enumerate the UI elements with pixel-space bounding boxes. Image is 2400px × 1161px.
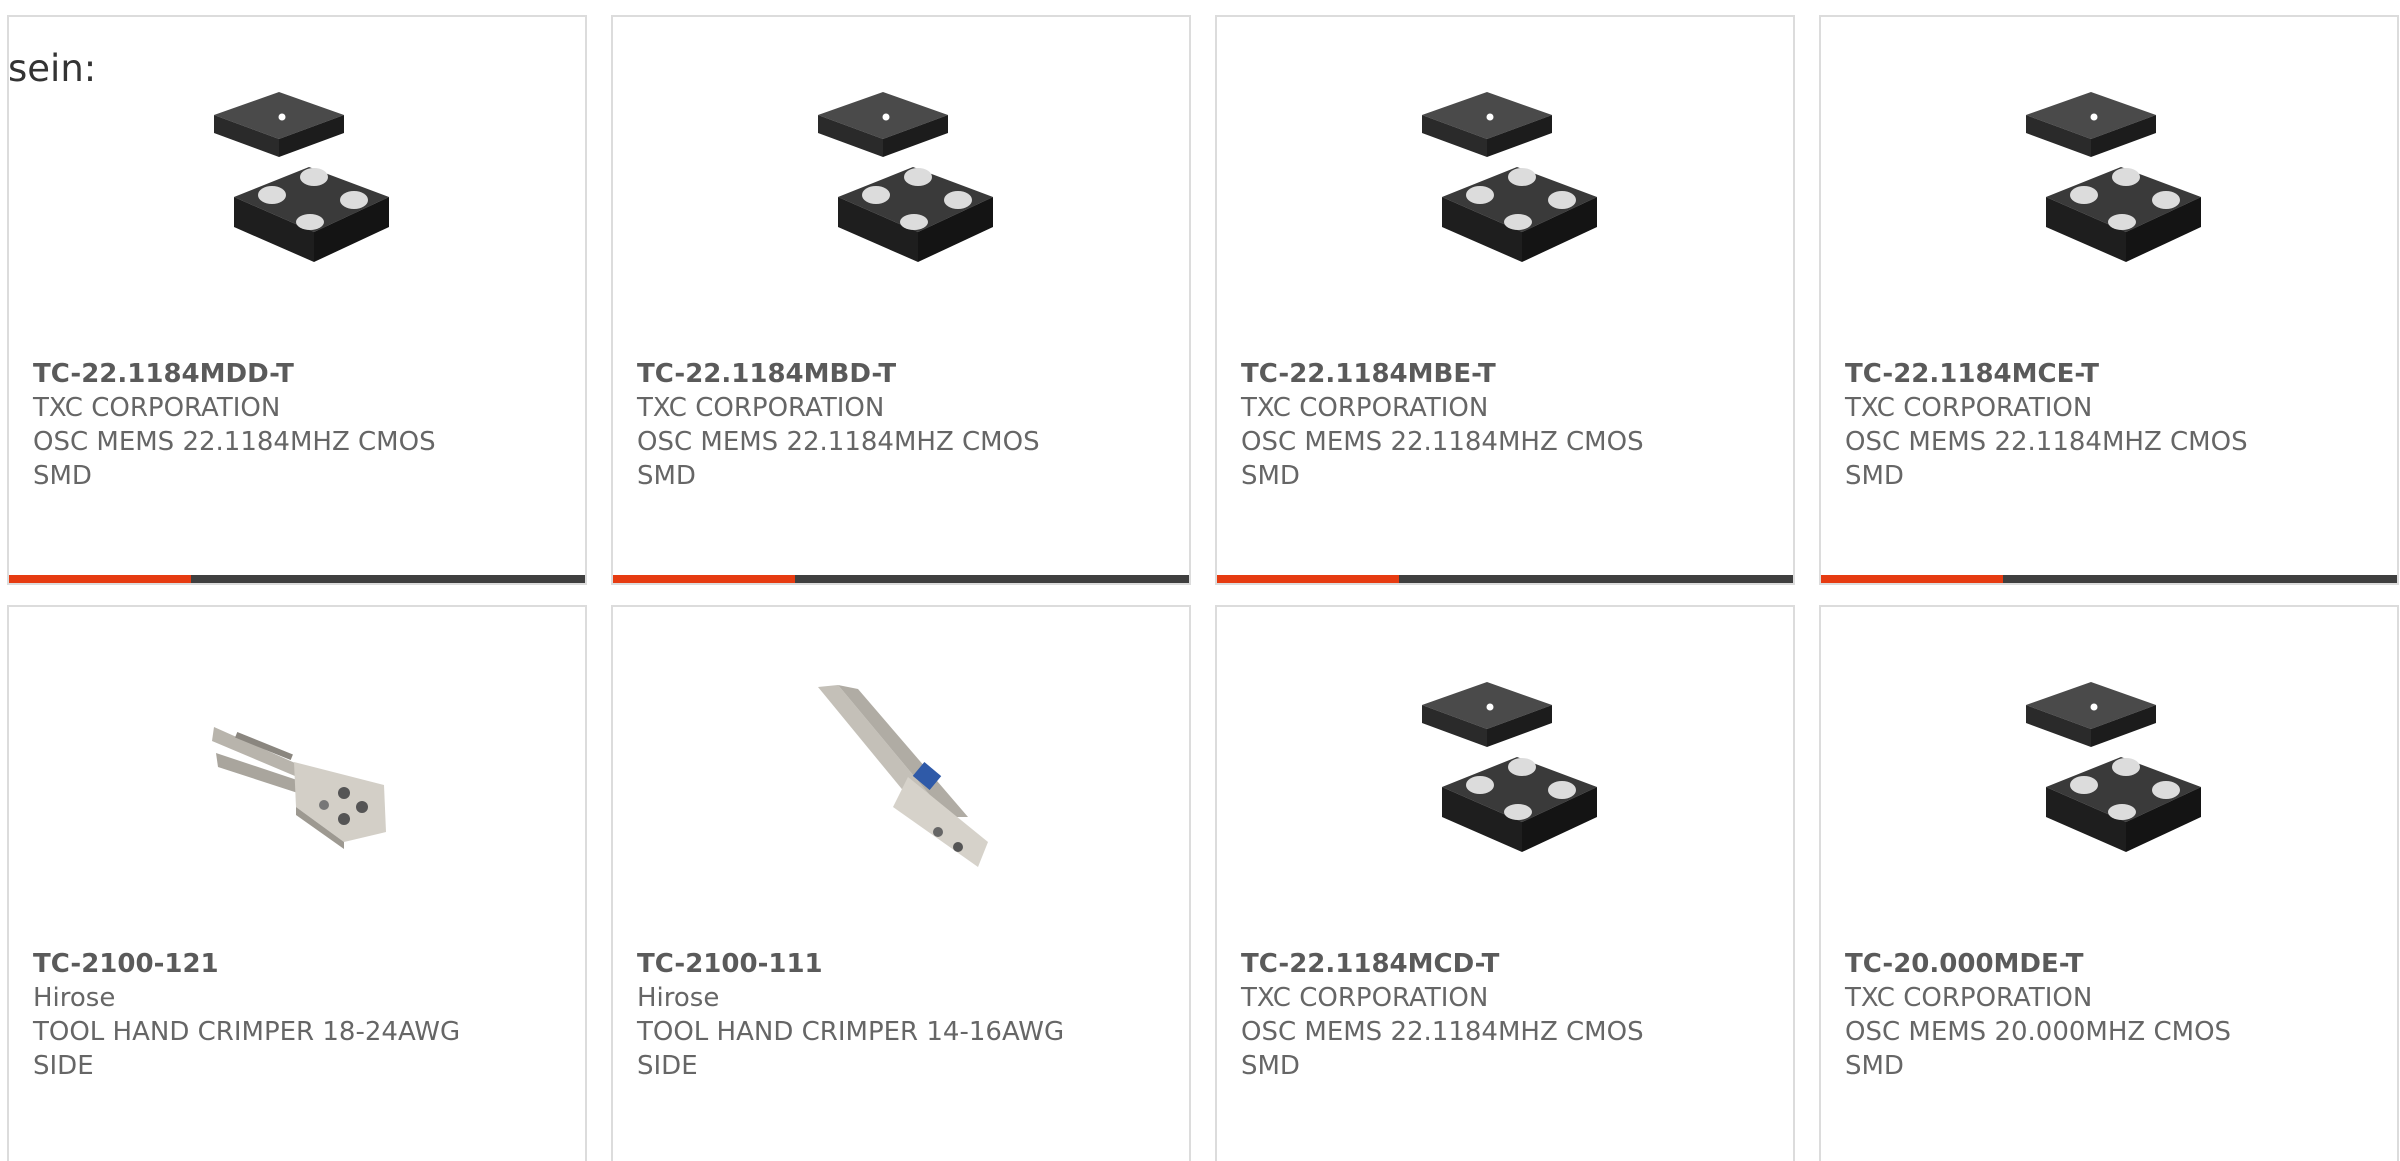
description: OSC MEMS 20.000MHZ CMOS	[1845, 1017, 2232, 1047]
chip-bottom-part	[838, 167, 993, 262]
hand-crimper-icon	[212, 727, 386, 849]
product-card[interactable]: TC-22.1184MBD-T TXC CORPORATION OSC MEMS…	[611, 15, 1191, 585]
description-line2: SMD	[637, 461, 696, 491]
part-number[interactable]: TC-2100-121	[33, 947, 553, 981]
accent-bar	[613, 575, 795, 583]
product-card[interactable]: TC-22.1184MCE-T TXC CORPORATION OSC MEMS…	[1819, 15, 2399, 585]
accent-bar	[1821, 575, 2003, 583]
product-image[interactable]	[1821, 77, 2397, 297]
chip-bottom-part	[1442, 757, 1597, 852]
part-number[interactable]: TC-20.000MDE-T	[1845, 947, 2365, 981]
manufacturer: TXC CORPORATION	[1241, 983, 1489, 1013]
part-number[interactable]: TC-22.1184MDD-T	[33, 357, 553, 391]
mems-oscillator-icon	[1422, 682, 1597, 852]
mems-oscillator-icon	[214, 92, 389, 262]
chip-top-part	[1422, 682, 1552, 747]
chip-bottom-part	[1442, 167, 1597, 262]
chip-bottom-part	[2046, 757, 2201, 852]
card-bottom-bar	[613, 575, 1189, 583]
manufacturer: TXC CORPORATION	[1845, 393, 2093, 423]
product-card[interactable]: TC-2100-121 Hirose TOOL HAND CRIMPER 18-…	[7, 605, 587, 1161]
description-line2: SMD	[1241, 461, 1300, 491]
product-image[interactable]	[613, 77, 1189, 297]
description-line2: SMD	[1845, 1051, 1904, 1081]
chip-top-part	[2026, 92, 2156, 157]
part-number[interactable]: TC-22.1184MBE-T	[1241, 357, 1761, 391]
chip-bottom-part	[2046, 167, 2201, 262]
product-card[interactable]: TC-2100-111 Hirose TOOL HAND CRIMPER 14-…	[611, 605, 1191, 1161]
crimper-body	[818, 685, 988, 867]
product-info: TC-22.1184MDD-T TXC CORPORATION OSC MEMS…	[33, 357, 553, 493]
manufacturer: Hirose	[33, 983, 116, 1013]
product-image[interactable]	[1217, 77, 1793, 297]
description-line2: SMD	[33, 461, 92, 491]
mems-oscillator-icon	[818, 92, 993, 262]
product-info: TC-22.1184MBE-T TXC CORPORATION OSC MEMS…	[1241, 357, 1761, 493]
description: OSC MEMS 22.1184MHZ CMOS	[1241, 1017, 1644, 1047]
description: OSC MEMS 22.1184MHZ CMOS	[1241, 427, 1644, 457]
product-image[interactable]	[1821, 667, 2397, 887]
product-info: TC-22.1184MCD-T TXC CORPORATION OSC MEMS…	[1241, 947, 1761, 1083]
product-card[interactable]: TC-22.1184MCD-T TXC CORPORATION OSC MEMS…	[1215, 605, 1795, 1161]
description-line2: SIDE	[637, 1051, 698, 1081]
chip-top-part	[2026, 682, 2156, 747]
product-image[interactable]	[9, 667, 585, 887]
product-info: TC-2100-111 Hirose TOOL HAND CRIMPER 14-…	[637, 947, 1157, 1083]
description: OSC MEMS 22.1184MHZ CMOS	[1845, 427, 2248, 457]
product-image[interactable]	[613, 667, 1189, 887]
accent-bar	[1217, 575, 1399, 583]
card-bottom-bar	[1217, 575, 1793, 583]
manufacturer: TXC CORPORATION	[1845, 983, 2093, 1013]
product-card[interactable]: TC-22.1184MBE-T TXC CORPORATION OSC MEMS…	[1215, 15, 1795, 585]
card-bottom-bar	[1821, 575, 2397, 583]
manufacturer: TXC CORPORATION	[33, 393, 281, 423]
product-info: TC-20.000MDE-T TXC CORPORATION OSC MEMS …	[1845, 947, 2365, 1083]
mems-oscillator-icon	[2026, 92, 2201, 262]
description: OSC MEMS 22.1184MHZ CMOS	[637, 427, 1040, 457]
part-number[interactable]: TC-22.1184MCD-T	[1241, 947, 1761, 981]
chip-top-part	[1422, 92, 1552, 157]
hand-crimper-blue-icon	[818, 685, 988, 867]
description: OSC MEMS 22.1184MHZ CMOS	[33, 427, 436, 457]
accent-bar	[9, 575, 191, 583]
description: TOOL HAND CRIMPER 18-24AWG	[33, 1017, 461, 1047]
chip-top-part	[214, 92, 344, 157]
description: TOOL HAND CRIMPER 14-16AWG	[637, 1017, 1065, 1047]
description-line2: SMD	[1241, 1051, 1300, 1081]
crimper-body	[212, 727, 386, 849]
part-number[interactable]: TC-22.1184MBD-T	[637, 357, 1157, 391]
product-info: TC-22.1184MCE-T TXC CORPORATION OSC MEMS…	[1845, 357, 2365, 493]
manufacturer: TXC CORPORATION	[1241, 393, 1489, 423]
product-info: TC-22.1184MBD-T TXC CORPORATION OSC MEMS…	[637, 357, 1157, 493]
product-image[interactable]	[9, 77, 585, 297]
product-card[interactable]: TC-20.000MDE-T TXC CORPORATION OSC MEMS …	[1819, 605, 2399, 1161]
chip-bottom-part	[234, 167, 389, 262]
manufacturer: Hirose	[637, 983, 720, 1013]
chip-top-part	[818, 92, 948, 157]
product-info: TC-2100-121 Hirose TOOL HAND CRIMPER 18-…	[33, 947, 553, 1083]
description-line2: SMD	[1845, 461, 1904, 491]
manufacturer: TXC CORPORATION	[637, 393, 885, 423]
product-image[interactable]	[1217, 667, 1793, 887]
product-card[interactable]: TC-22.1184MDD-T TXC CORPORATION OSC MEMS…	[7, 15, 587, 585]
page: sein: TC-22.1184MDD-T TXC CORPORATION OS…	[0, 0, 2400, 1161]
description-line2: SIDE	[33, 1051, 94, 1081]
part-number[interactable]: TC-2100-111	[637, 947, 1157, 981]
mems-oscillator-icon	[1422, 92, 1597, 262]
intro-text: sein:	[8, 47, 97, 90]
mems-oscillator-icon	[2026, 682, 2201, 852]
part-number[interactable]: TC-22.1184MCE-T	[1845, 357, 2365, 391]
card-bottom-bar	[9, 575, 585, 583]
